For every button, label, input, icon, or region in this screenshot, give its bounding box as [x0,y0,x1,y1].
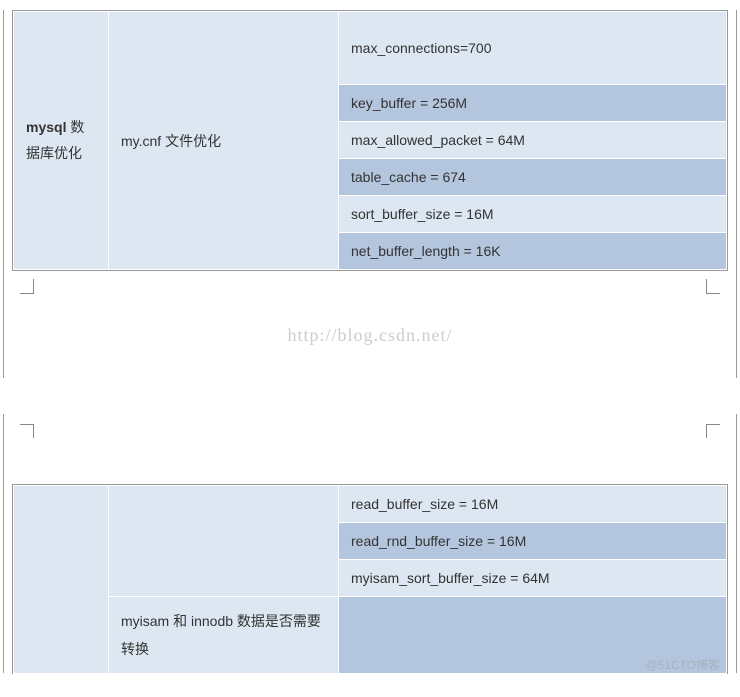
crop-mark-icon [16,285,34,303]
config-value-cell: net_buffer_length = 16K [339,233,727,270]
watermark-51cto: @51CTO博客 [4,656,736,673]
config-table-1: mysql 数据库优化my.cnf 文件优化max_connections=70… [13,11,727,270]
config-value-cell: max_connections=700 [339,12,727,85]
crop-marks-bottom [4,281,736,305]
crop-mark-icon [706,414,724,432]
crop-marks-top [4,414,736,432]
page-section-2: read_buffer_size = 16Mread_rnd_buffer_si… [3,414,737,673]
table-title-cell [14,486,109,674]
config-value-cell: table_cache = 674 [339,159,727,196]
config-table-1-wrap: mysql 数据库优化my.cnf 文件优化max_connections=70… [12,10,728,271]
crop-mark-icon [706,285,724,303]
config-value-cell: key_buffer = 256M [339,85,727,122]
section-gap [0,378,740,386]
config-value-cell: myisam_sort_buffer_size = 64M [339,560,727,597]
table-subtitle-cell: my.cnf 文件优化 [109,12,339,270]
table-row: read_buffer_size = 16M [14,486,727,523]
config-table-2: read_buffer_size = 16Mread_rnd_buffer_si… [13,485,727,674]
config-value-cell: read_rnd_buffer_size = 16M [339,523,727,560]
config-table-2-wrap: read_buffer_size = 16Mread_rnd_buffer_si… [12,484,728,674]
section2-header-space [4,414,736,474]
config-value-cell: max_allowed_packet = 64M [339,122,727,159]
table-title-cell: mysql 数据库优化 [14,12,109,270]
table-subtitle-cell [109,486,339,597]
title-bold: mysql [26,119,66,135]
table-row: mysql 数据库优化my.cnf 文件优化max_connections=70… [14,12,727,85]
config-value-cell: read_buffer_size = 16M [339,486,727,523]
page-section-1: mysql 数据库优化my.cnf 文件优化max_connections=70… [3,10,737,378]
config-value-cell: sort_buffer_size = 16M [339,196,727,233]
crop-mark-icon [16,414,34,432]
watermark-csdn: http://blog.csdn.net/ [4,305,736,378]
